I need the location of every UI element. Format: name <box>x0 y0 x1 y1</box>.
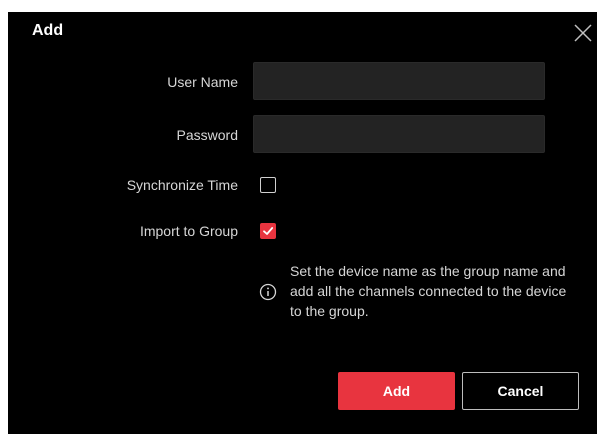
checkmark-icon <box>263 227 274 235</box>
dialog-title: Add <box>32 22 64 39</box>
username-label: User Name <box>167 74 238 90</box>
username-input[interactable] <box>253 62 545 100</box>
info-line: Set the device name as the group name an… <box>290 263 566 279</box>
info-line: to the group. <box>290 303 369 319</box>
synchronize-time-label: Synchronize Time <box>126 177 238 193</box>
add-button[interactable]: Add <box>338 372 455 410</box>
info-line: add all the channels connected to the de… <box>290 283 567 299</box>
close-icon[interactable] <box>572 22 594 44</box>
password-input[interactable] <box>253 115 545 153</box>
cancel-button[interactable]: Cancel <box>462 372 579 410</box>
add-dialog: Add User Name Password Synchronize Time … <box>8 12 597 434</box>
password-label: Password <box>176 127 238 143</box>
import-to-group-checkbox[interactable] <box>260 223 276 239</box>
info-message: Set the device name as the group name an… <box>290 261 597 321</box>
synchronize-time-checkbox[interactable] <box>260 177 276 193</box>
info-icon <box>259 283 277 301</box>
import-to-group-label: Import to Group <box>139 223 238 239</box>
